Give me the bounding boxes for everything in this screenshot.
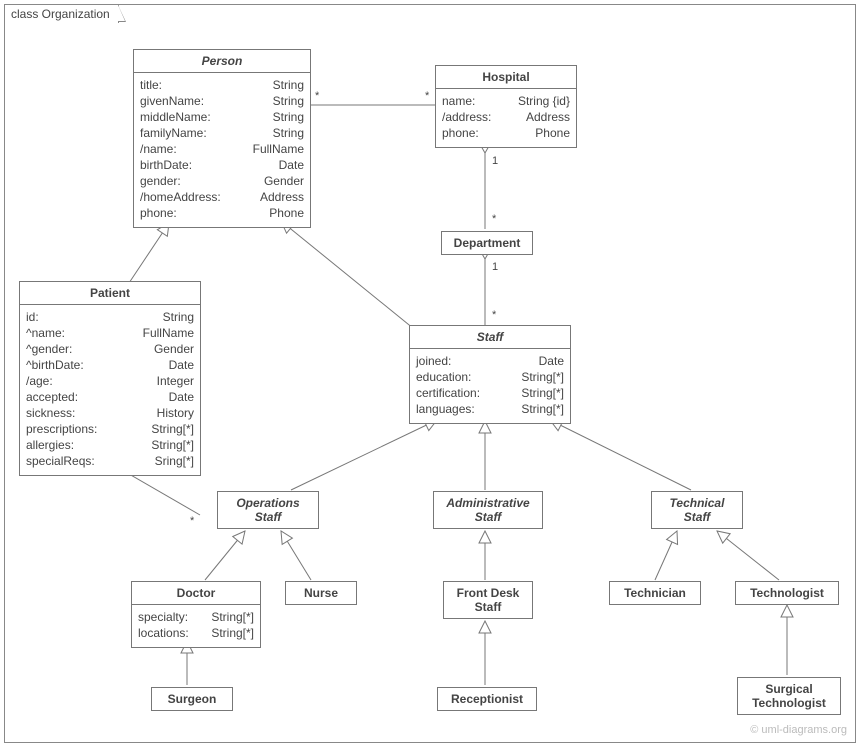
class-nurse: Nurse <box>285 581 357 605</box>
class-person-name: Person <box>134 50 310 73</box>
class-hospital: Hospital name:String {id}/address:Addres… <box>435 65 577 148</box>
class-technician-name: Technician <box>610 582 700 604</box>
attribute-row: locations:String[*] <box>138 625 254 641</box>
mult-person-hospital-left: * <box>315 90 319 102</box>
attribute-row: prescriptions:String[*] <box>26 421 194 437</box>
class-receptionist: Receptionist <box>437 687 537 711</box>
class-doctor-attrs: specialty:String[*]locations:String[*] <box>132 605 260 647</box>
class-surgical-technologist-name: Surgical Technologist <box>738 678 840 714</box>
diagram-frame: class Organization <box>4 4 856 743</box>
class-receptionist-name: Receptionist <box>438 688 536 710</box>
attribute-row: /address:Address <box>442 109 570 125</box>
class-surgical-technologist: Surgical Technologist <box>737 677 841 715</box>
frame-label: class Organization <box>4 4 119 23</box>
class-department-name: Department <box>442 232 532 254</box>
attribute-row: specialReqs:Sring[*] <box>26 453 194 469</box>
class-doctor-name: Doctor <box>132 582 260 605</box>
attribute-row: /name:FullName <box>140 141 304 157</box>
attribute-row: familyName:String <box>140 125 304 141</box>
class-staff-attrs: joined:Dateeducation:String[*]certificat… <box>410 349 570 423</box>
class-hospital-name: Hospital <box>436 66 576 89</box>
attribute-row: ^birthDate:Date <box>26 357 194 373</box>
attribute-row: title:String <box>140 77 304 93</box>
class-staff: Staff joined:Dateeducation:String[*]cert… <box>409 325 571 424</box>
attribute-row: specialty:String[*] <box>138 609 254 625</box>
class-person-attrs: title:StringgivenName:StringmiddleName:S… <box>134 73 310 227</box>
class-technical-staff-name: Technical Staff <box>652 492 742 528</box>
attribute-row: birthDate:Date <box>140 157 304 173</box>
class-front-desk-staff-name: Front Desk Staff <box>444 582 532 618</box>
class-operations-staff: Operations Staff <box>217 491 319 529</box>
class-administrative-staff-name: Administrative Staff <box>434 492 542 528</box>
mult-patient-doc-right: * <box>190 515 194 527</box>
class-operations-staff-name: Operations Staff <box>218 492 318 528</box>
class-patient: Patient id:String^name:FullName^gender:G… <box>19 281 201 476</box>
frame-label-text: class Organization <box>11 7 110 21</box>
attribute-row: phone:Phone <box>442 125 570 141</box>
class-technologist-name: Technologist <box>736 582 838 604</box>
mult-person-hospital-right: * <box>425 90 429 102</box>
attribute-row: accepted:Date <box>26 389 194 405</box>
class-person: Person title:StringgivenName:Stringmiddl… <box>133 49 311 228</box>
class-surgeon: Surgeon <box>151 687 233 711</box>
class-nurse-name: Nurse <box>286 582 356 604</box>
watermark: © uml-diagrams.org <box>750 724 847 736</box>
attribute-row: education:String[*] <box>416 369 564 385</box>
attribute-row: id:String <box>26 309 194 325</box>
class-technical-staff: Technical Staff <box>651 491 743 529</box>
class-hospital-attrs: name:String {id}/address:Addressphone:Ph… <box>436 89 576 147</box>
attribute-row: givenName:String <box>140 93 304 109</box>
attribute-row: languages:String[*] <box>416 401 564 417</box>
class-patient-name: Patient <box>20 282 200 305</box>
class-technician: Technician <box>609 581 701 605</box>
attribute-row: gender:Gender <box>140 173 304 189</box>
mult-dept-staff-top: 1 <box>492 261 498 273</box>
class-doctor: Doctor specialty:String[*]locations:Stri… <box>131 581 261 648</box>
class-staff-name: Staff <box>410 326 570 349</box>
attribute-row: ^gender:Gender <box>26 341 194 357</box>
attribute-row: phone:Phone <box>140 205 304 221</box>
attribute-row: sickness:History <box>26 405 194 421</box>
class-surgeon-name: Surgeon <box>152 688 232 710</box>
attribute-row: joined:Date <box>416 353 564 369</box>
attribute-row: ^name:FullName <box>26 325 194 341</box>
attribute-row: /homeAddress:Address <box>140 189 304 205</box>
mult-hosp-dept-bot: * <box>492 213 496 225</box>
mult-dept-staff-bot: * <box>492 309 496 321</box>
class-technologist: Technologist <box>735 581 839 605</box>
attribute-row: allergies:String[*] <box>26 437 194 453</box>
mult-hosp-dept-top: 1 <box>492 155 498 167</box>
class-front-desk-staff: Front Desk Staff <box>443 581 533 619</box>
class-administrative-staff: Administrative Staff <box>433 491 543 529</box>
attribute-row: /age:Integer <box>26 373 194 389</box>
attribute-row: middleName:String <box>140 109 304 125</box>
class-department: Department <box>441 231 533 255</box>
attribute-row: name:String {id} <box>442 93 570 109</box>
class-patient-attrs: id:String^name:FullName^gender:Gender^bi… <box>20 305 200 475</box>
attribute-row: certification:String[*] <box>416 385 564 401</box>
